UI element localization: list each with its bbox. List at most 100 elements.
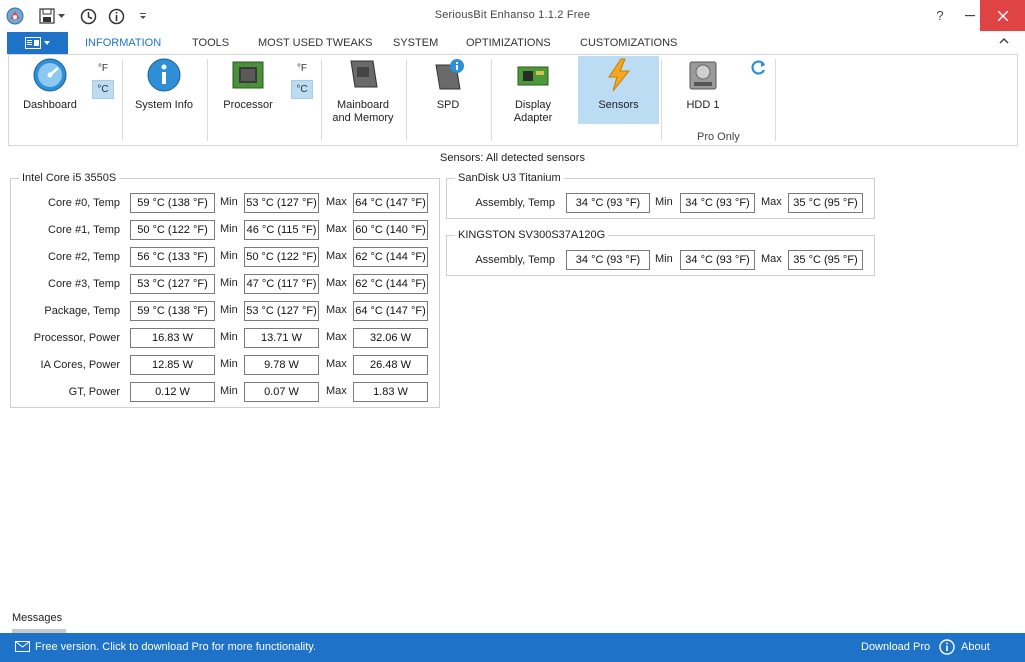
sensors-icon	[601, 57, 637, 93]
sensor-row-label: Core #2, Temp	[48, 251, 120, 263]
file-menu-button[interactable]	[7, 32, 68, 54]
dashboard-icon	[32, 57, 68, 93]
hdd1-button[interactable]: HDD 1	[669, 57, 737, 112]
ribbon-separator	[661, 59, 662, 141]
tab-system[interactable]: SYSTEM	[393, 37, 438, 49]
collapse-ribbon-icon[interactable]	[999, 35, 1009, 47]
max-label: Max	[326, 385, 347, 397]
help-icon[interactable]: ?	[928, 0, 952, 31]
max-label: Max	[761, 196, 782, 208]
sensor-current-value: 12.85 W	[130, 355, 215, 375]
sensors-subtitle: Sensors: All detected sensors	[440, 152, 585, 164]
min-label: Min	[655, 253, 673, 265]
max-label: Max	[326, 304, 347, 316]
ribbon: Dashboard °F °C System Info Processor °F…	[8, 54, 1018, 146]
about-info-icon	[939, 639, 955, 658]
system-info-button[interactable]: System Info	[129, 57, 199, 112]
min-label: Min	[220, 331, 238, 343]
sensor-max-value: 32.06 W	[353, 328, 428, 348]
max-label: Max	[326, 196, 347, 208]
tab-optimizations[interactable]: OPTIMIZATIONS	[466, 37, 551, 49]
dashboard-label: Dashboard	[23, 99, 77, 111]
ribbon-separator	[207, 59, 208, 141]
processor-unit-celsius-toggle[interactable]: °C	[291, 80, 313, 99]
sensor-row-label: GT, Power	[68, 386, 120, 398]
min-label: Min	[220, 223, 238, 235]
disk-group-1-title: SanDisk U3 Titanium	[455, 172, 564, 184]
display-label-line1: Display	[514, 99, 552, 111]
sensor-max-value: 62 °C (144 °F)	[353, 247, 428, 267]
unit-fahrenheit-toggle[interactable]: °F	[92, 59, 114, 78]
window-title: SeriousBit Enhanso 1.1.2 Free	[434, 9, 591, 21]
max-label: Max	[326, 358, 347, 370]
sensor-min-value: 47 °C (117 °F)	[244, 274, 319, 294]
sensor-current-value: 16.83 W	[130, 328, 215, 348]
processor-icon	[230, 57, 266, 93]
status-bar: Free version. Click to download Pro for …	[0, 633, 1025, 662]
min-label: Min	[220, 304, 238, 316]
disk-row-label: Assembly, Temp	[475, 254, 555, 266]
close-button[interactable]	[980, 0, 1025, 31]
sensor-row-label: IA Cores, Power	[40, 359, 120, 371]
tab-information[interactable]: INFORMATION	[85, 37, 161, 49]
chevron-down-icon	[44, 41, 50, 45]
system-info-label: System Info	[134, 99, 194, 111]
sensor-min-value: 13.71 W	[244, 328, 319, 348]
status-message-link[interactable]: Free version. Click to download Pro for …	[35, 641, 316, 653]
spd-icon	[430, 57, 466, 93]
display-adapter-icon	[515, 57, 551, 93]
sensor-max-value: 64 °C (147 °F)	[353, 193, 428, 213]
title-bar: SeriousBit Enhanso 1.1.2 Free ?	[0, 0, 1025, 31]
cpu-group-title: Intel Core i5 3550S	[19, 172, 120, 184]
hdd-icon	[685, 57, 721, 93]
dashboard-button[interactable]: Dashboard	[19, 57, 81, 112]
minimize-button[interactable]	[958, 0, 982, 31]
processor-button[interactable]: Processor	[215, 57, 281, 112]
min-label: Min	[220, 196, 238, 208]
disk-min-value: 34 °C (93 °F)	[680, 250, 755, 270]
disk-group-2-title: KINGSTON SV300S37A120G	[455, 229, 609, 241]
refresh-icon[interactable]	[751, 59, 767, 78]
max-label: Max	[326, 277, 347, 289]
processor-unit-fahrenheit-toggle[interactable]: °F	[291, 59, 313, 78]
mail-icon	[15, 641, 30, 655]
sensor-max-value: 1.83 W	[353, 382, 428, 402]
disk-current-value: 34 °C (93 °F)	[566, 250, 650, 270]
spd-label: SPD	[436, 99, 460, 111]
spd-button[interactable]: SPD	[413, 57, 483, 112]
ribbon-separator	[122, 59, 123, 141]
ribbon-separator	[406, 59, 407, 141]
tab-tools[interactable]: TOOLS	[192, 37, 229, 49]
disk-current-value: 34 °C (93 °F)	[566, 193, 650, 213]
mainboard-label-line1: Mainboard	[337, 99, 389, 111]
sensor-min-value: 50 °C (122 °F)	[244, 247, 319, 267]
sensor-current-value: 56 °C (133 °F)	[130, 247, 215, 267]
system-info-icon	[146, 57, 182, 93]
about-link[interactable]: About	[961, 641, 990, 653]
disk-max-value: 35 °C (95 °F)	[788, 250, 863, 270]
sensor-max-value: 60 °C (140 °F)	[353, 220, 428, 240]
sensor-row-label: Processor, Power	[33, 332, 120, 344]
sensor-current-value: 53 °C (127 °F)	[130, 274, 215, 294]
messages-tab[interactable]: Messages	[12, 612, 62, 624]
tab-most-used-tweaks[interactable]: MOST USED TWEAKS	[258, 37, 373, 49]
min-label: Min	[220, 277, 238, 289]
sensor-row-label: Core #1, Temp	[48, 224, 120, 236]
download-pro-link[interactable]: Download Pro	[861, 641, 930, 653]
unit-celsius-toggle[interactable]: °C	[92, 80, 114, 99]
mainboard-label-line2: and Memory	[332, 112, 394, 124]
sensor-row-label: Package, Temp	[44, 305, 120, 317]
sensor-min-value: 46 °C (115 °F)	[244, 220, 319, 240]
display-adapter-button[interactable]: Display Adapter	[499, 57, 567, 125]
tab-customizations[interactable]: CUSTOMIZATIONS	[580, 37, 677, 49]
sensor-max-value: 26.48 W	[353, 355, 428, 375]
max-label: Max	[761, 253, 782, 265]
mainboard-memory-button[interactable]: Mainboard and Memory	[327, 57, 399, 125]
sensor-min-value: 9.78 W	[244, 355, 319, 375]
min-label: Min	[220, 358, 238, 370]
menu-bar: INFORMATION TOOLS MOST USED TWEAKS SYSTE…	[0, 31, 1025, 54]
min-label: Min	[220, 385, 238, 397]
max-label: Max	[326, 250, 347, 262]
sensors-button[interactable]: Sensors	[578, 56, 659, 124]
min-label: Min	[220, 250, 238, 262]
